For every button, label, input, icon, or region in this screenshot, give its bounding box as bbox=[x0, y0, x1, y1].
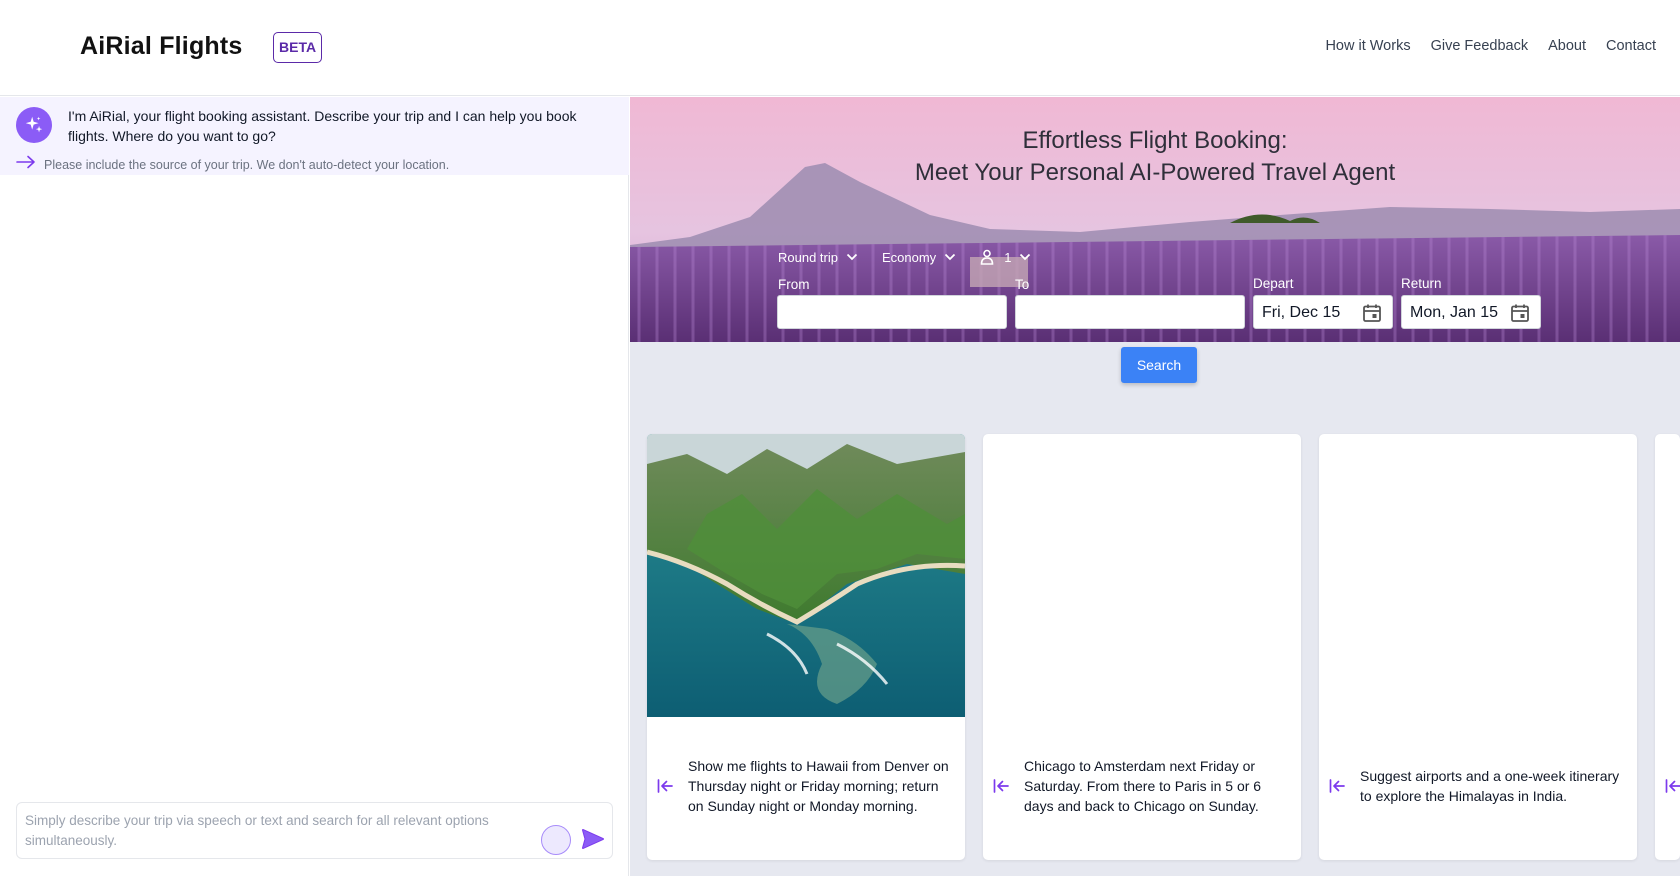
arrow-right-icon bbox=[16, 155, 36, 174]
return-date-field[interactable]: Mon, Jan 15 bbox=[1401, 295, 1541, 329]
top-header: AiRial Flights BETA How it Works Give Fe… bbox=[0, 0, 1680, 96]
search-button[interactable]: Search bbox=[1121, 347, 1197, 383]
location-hint: Please include the source of your trip. … bbox=[16, 155, 449, 174]
suggestion-text: Suggest airports and a one-week itinerar… bbox=[1360, 768, 1620, 804]
depart-date-value: Fri, Dec 15 bbox=[1262, 304, 1341, 321]
insert-prompt-icon[interactable] bbox=[993, 779, 1009, 793]
send-button[interactable] bbox=[580, 826, 606, 852]
hero-title-line1: Effortless Flight Booking: bbox=[1022, 127, 1288, 154]
nav-contact[interactable]: Contact bbox=[1606, 38, 1656, 54]
main-content: Effortless Flight Booking: Meet Your Per… bbox=[630, 97, 1680, 876]
nav-about[interactable]: About bbox=[1548, 38, 1586, 54]
to-field bbox=[1015, 295, 1245, 329]
suggestion-card[interactable]: Suggest airports and a one-week itinerar… bbox=[1319, 434, 1637, 860]
voice-input-button[interactable] bbox=[541, 825, 571, 855]
insert-prompt-icon[interactable] bbox=[1329, 779, 1345, 793]
cabin-class-select[interactable]: Economy bbox=[882, 250, 956, 265]
to-input[interactable] bbox=[1016, 296, 1244, 328]
trip-description-input[interactable] bbox=[25, 811, 525, 851]
suggestion-card[interactable]: Chicago to Amsterdam next Friday or Satu… bbox=[983, 434, 1301, 860]
cabin-class-value: Economy bbox=[881, 249, 937, 265]
send-icon bbox=[582, 829, 604, 849]
passenger-count: 1 bbox=[1004, 249, 1012, 265]
location-hint-text: Please include the source of your trip. … bbox=[44, 157, 450, 172]
hero-banner: Effortless Flight Booking: Meet Your Per… bbox=[630, 97, 1680, 342]
chat-panel: I'm AiRial, your flight booking assistan… bbox=[0, 97, 629, 876]
calendar-icon bbox=[1363, 304, 1381, 322]
nav-how-it-works[interactable]: How it Works bbox=[1325, 38, 1410, 54]
from-label: From bbox=[778, 277, 810, 292]
chevron-down-icon bbox=[945, 253, 956, 261]
suggestion-text: Chicago to Amsterdam next Friday or Satu… bbox=[1024, 758, 1262, 814]
person-icon bbox=[980, 249, 994, 265]
search-options: Round trip Economy 1 bbox=[778, 249, 1055, 265]
nav-give-feedback[interactable]: Give Feedback bbox=[1431, 38, 1529, 54]
chat-composer bbox=[16, 802, 613, 859]
assistant-message: I'm AiRial, your flight booking assistan… bbox=[0, 97, 629, 175]
return-date-value: Mon, Jan 15 bbox=[1410, 304, 1499, 321]
trip-type-value: Round trip bbox=[778, 249, 838, 265]
from-input[interactable] bbox=[778, 296, 1006, 328]
suggestion-text: Show me flights to Hawaii from Denver on… bbox=[688, 758, 949, 814]
calendar-icon bbox=[1511, 304, 1529, 322]
depart-date-field[interactable]: Fri, Dec 15 bbox=[1253, 295, 1393, 329]
trip-type-select[interactable]: Round trip bbox=[778, 250, 858, 265]
insert-prompt-icon[interactable] bbox=[657, 779, 673, 793]
hero-title: Effortless Flight Booking: Meet Your Per… bbox=[630, 125, 1680, 189]
from-field bbox=[777, 295, 1007, 329]
sparkle-icon bbox=[16, 107, 52, 143]
return-label: Return bbox=[1401, 276, 1442, 291]
brand-logo[interactable]: AiRial Flights bbox=[80, 32, 243, 61]
beta-badge: BETA bbox=[273, 32, 323, 63]
assistant-message-text: I'm AiRial, your flight booking assistan… bbox=[68, 108, 577, 144]
top-nav: How it Works Give Feedback About Contact bbox=[1305, 38, 1656, 54]
suggestion-card-partial[interactable] bbox=[1655, 434, 1680, 860]
to-label: To bbox=[1015, 277, 1030, 292]
suggestion-card[interactable]: Show me flights to Hawaii from Denver on… bbox=[647, 434, 965, 860]
passengers-select[interactable]: 1 bbox=[980, 249, 1031, 265]
chevron-down-icon bbox=[1020, 253, 1031, 261]
depart-label: Depart bbox=[1253, 276, 1294, 291]
hero-title-line2: Meet Your Personal AI-Powered Travel Age… bbox=[914, 159, 1396, 186]
chevron-down-icon bbox=[846, 253, 858, 261]
hawaii-coast-image bbox=[647, 434, 965, 717]
insert-prompt-icon[interactable] bbox=[1665, 779, 1680, 793]
